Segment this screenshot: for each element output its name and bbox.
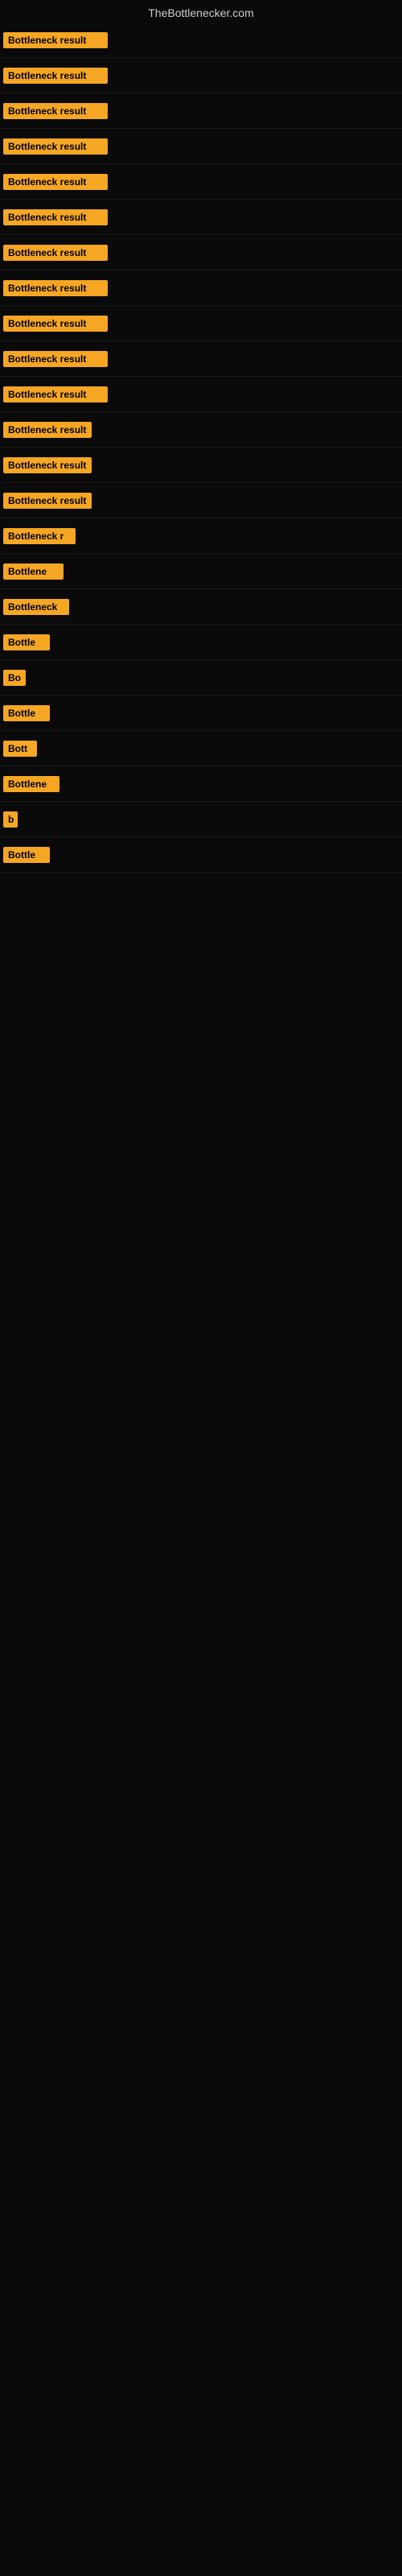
bottleneck-row: Bottleneck result: [0, 377, 402, 412]
bottleneck-badge[interactable]: Bottleneck result: [3, 245, 108, 261]
bottleneck-row: Bottlene: [0, 766, 402, 802]
bottleneck-row: Bottleneck result: [0, 164, 402, 200]
bottleneck-badge[interactable]: Bottleneck result: [3, 457, 92, 473]
bottleneck-row: Bottleneck result: [0, 93, 402, 129]
bottleneck-badge[interactable]: Bottle: [3, 634, 50, 650]
bottleneck-row: Bottleneck result: [0, 341, 402, 377]
page-container: TheBottlenecker.com Bottleneck result Bot…: [0, 0, 402, 873]
bottleneck-badge[interactable]: Bottleneck result: [3, 174, 108, 190]
bottleneck-badge[interactable]: Bottleneck: [3, 599, 69, 615]
bottleneck-badge[interactable]: Bottle: [3, 847, 50, 863]
bottleneck-badge[interactable]: Bott: [3, 741, 37, 757]
bottleneck-row: Bo: [0, 660, 402, 696]
bottleneck-badge[interactable]: b: [3, 811, 18, 828]
bottleneck-badge[interactable]: Bottleneck result: [3, 422, 92, 438]
bottleneck-badge[interactable]: Bottleneck result: [3, 316, 108, 332]
bottleneck-badge[interactable]: Bottleneck result: [3, 493, 92, 509]
bottleneck-badge[interactable]: Bottlene: [3, 564, 64, 580]
bottleneck-badge[interactable]: Bottle: [3, 705, 50, 721]
bottleneck-badge[interactable]: Bottleneck result: [3, 386, 108, 402]
bottleneck-badge[interactable]: Bottleneck r: [3, 528, 76, 544]
bottleneck-row: Bottleneck result: [0, 58, 402, 93]
bottleneck-row: Bottle: [0, 696, 402, 731]
bottleneck-row: Bottleneck result: [0, 448, 402, 483]
bottleneck-badge[interactable]: Bottleneck result: [3, 32, 108, 48]
bottleneck-row: Bott: [0, 731, 402, 766]
bottleneck-row: Bottle: [0, 625, 402, 660]
bottleneck-badge[interactable]: Bottleneck result: [3, 68, 108, 84]
bottleneck-row: Bottleneck result: [0, 306, 402, 341]
bottleneck-row: Bottleneck result: [0, 129, 402, 164]
bottleneck-row: b: [0, 802, 402, 837]
bottleneck-row: Bottlene: [0, 554, 402, 589]
bottleneck-row: Bottleneck result: [0, 270, 402, 306]
bottleneck-row: Bottleneck: [0, 589, 402, 625]
bottleneck-row: Bottleneck result: [0, 483, 402, 518]
bottleneck-row: Bottleneck r: [0, 518, 402, 554]
bottleneck-row: Bottleneck result: [0, 200, 402, 235]
bottleneck-badge[interactable]: Bottleneck result: [3, 351, 108, 367]
bottleneck-badge[interactable]: Bottleneck result: [3, 280, 108, 296]
bottleneck-row: Bottleneck result: [0, 412, 402, 448]
bottleneck-badge[interactable]: Bottlene: [3, 776, 59, 792]
bottleneck-badge[interactable]: Bo: [3, 670, 26, 686]
site-title: TheBottlenecker.com: [0, 0, 402, 23]
bottleneck-row: Bottle: [0, 837, 402, 873]
bottleneck-row: Bottleneck result: [0, 23, 402, 58]
bottleneck-row: Bottleneck result: [0, 235, 402, 270]
bottleneck-badge[interactable]: Bottleneck result: [3, 209, 108, 225]
bottleneck-badge[interactable]: Bottleneck result: [3, 138, 108, 155]
bottleneck-badge[interactable]: Bottleneck result: [3, 103, 108, 119]
